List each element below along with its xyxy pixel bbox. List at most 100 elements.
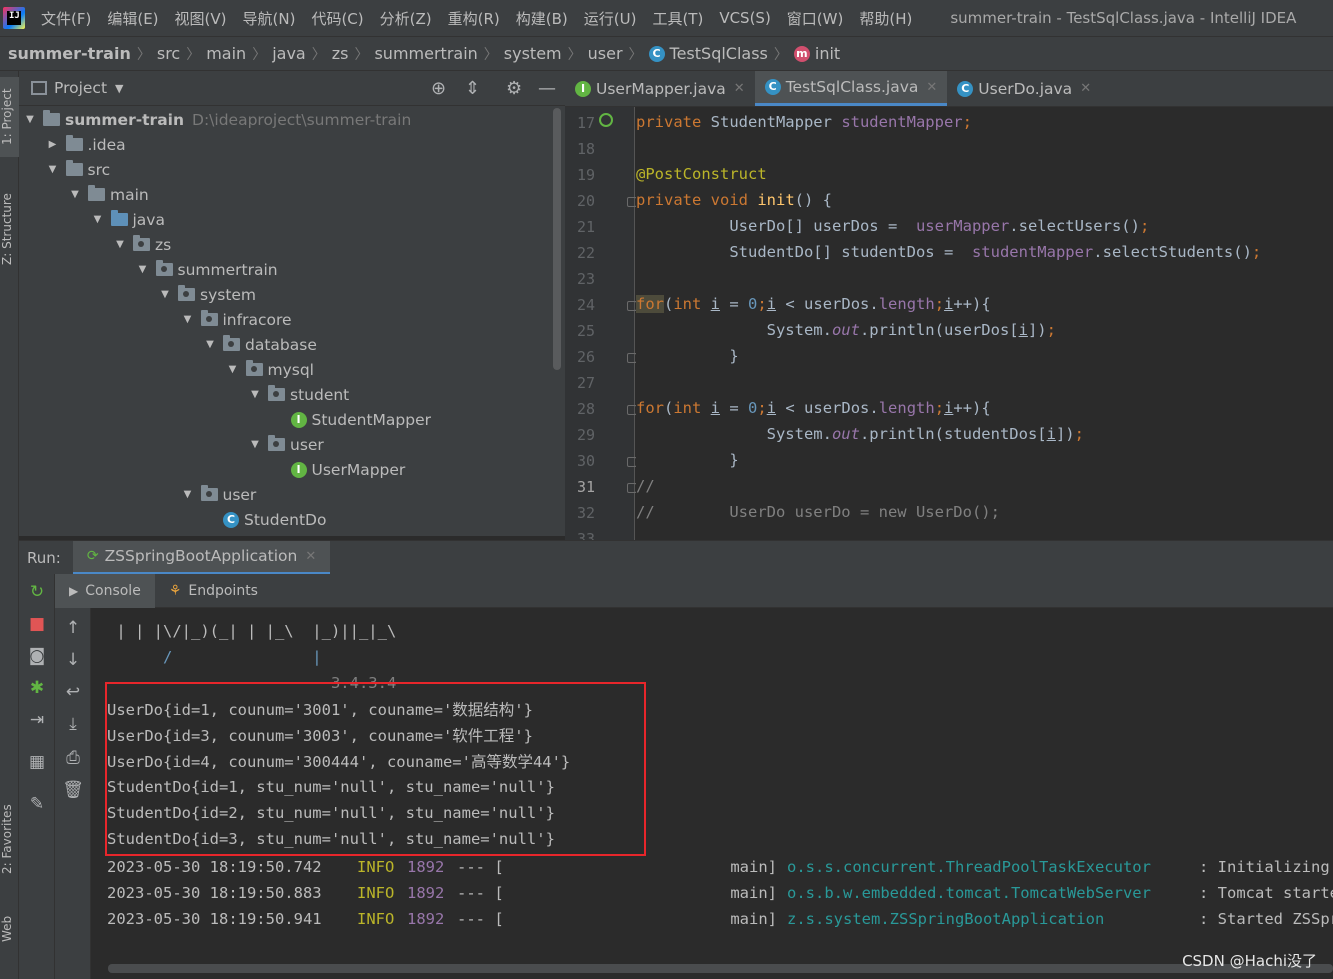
menu-help[interactable]: 帮助(H) [851, 8, 920, 29]
menu-window[interactable]: 窗口(W) [779, 8, 852, 29]
tool-window-structure[interactable]: Z: Structure [0, 183, 19, 275]
console-horizontal-scrollbar[interactable] [108, 964, 1333, 973]
menu-code[interactable]: 代码(C) [303, 8, 371, 29]
pin-icon[interactable]: ✎ [27, 794, 47, 814]
project-view-selector[interactable]: Project [54, 79, 107, 97]
chevron-down-icon[interactable]: ▼ [203, 339, 217, 350]
tree-item[interactable]: ▼ zs [113, 232, 171, 257]
tree-item-label: student [290, 385, 350, 404]
collapse-all-icon[interactable]: ⇕ [465, 78, 480, 99]
breadcrumb-system[interactable]: system [504, 44, 562, 63]
tree-item[interactable]: ▼ src [46, 157, 110, 182]
chevron-down-icon[interactable]: ▼ [68, 189, 82, 200]
chevron-down-icon[interactable]: ▼ [158, 289, 172, 300]
tree-item[interactable]: ▼ user [181, 482, 256, 507]
tree-item[interactable]: I StudentMapper [271, 407, 431, 432]
tree-item[interactable]: ▼ user [248, 432, 324, 457]
log-time: 2023-05-30 18:19:50.941 [107, 910, 322, 928]
exit-icon[interactable]: ⇥ [27, 710, 47, 730]
tab-endpoints[interactable]: ⚘ Endpoints [155, 574, 272, 608]
menu-navigate[interactable]: 导航(N) [235, 8, 304, 29]
spring-bean-icon[interactable] [599, 113, 613, 127]
chevron-down-icon[interactable]: ▼ [248, 439, 262, 450]
chevron-down-icon[interactable]: ▼ [23, 114, 37, 125]
breadcrumb-zs[interactable]: zs [332, 44, 349, 63]
code-editor[interactable]: private StudentMapper studentMapper; @Po… [636, 107, 1333, 540]
locate-icon[interactable]: ⊕ [431, 78, 446, 99]
log-level: INFO [357, 884, 395, 902]
breadcrumb-user[interactable]: user [588, 44, 623, 63]
chevron-down-icon[interactable]: ▼ [181, 489, 195, 500]
tree-root-name: summer-train [65, 110, 185, 129]
camera-icon[interactable]: ◙ [27, 646, 47, 666]
menu-view[interactable]: 视图(V) [167, 8, 235, 29]
arrow-up-icon[interactable]: ↑ [63, 618, 83, 638]
tab-testsqlclass[interactable]: C TestSqlClass.java ✕ [754, 71, 948, 106]
menu-build[interactable]: 构建(B) [508, 8, 576, 29]
tree-root[interactable]: ▼ summer-train D:\ideaproject\summer-tra… [23, 107, 411, 132]
tree-item[interactable]: ▼ student [248, 382, 349, 407]
menu-vcs[interactable]: VCS(S) [711, 9, 778, 27]
run-config-tab[interactable]: ⟳ ZSSpringBootApplication ✕ [72, 540, 331, 575]
soft-wrap-icon[interactable]: ↩ [63, 682, 83, 702]
tab-usermapper[interactable]: I UserMapper.java ✕ [565, 71, 755, 106]
tree-item[interactable]: ▶ .idea [46, 132, 126, 157]
chevron-down-icon[interactable]: ▼ [181, 314, 195, 325]
layout-icon[interactable]: ▦ [27, 752, 47, 772]
tool-window-web[interactable]: Web [0, 909, 19, 949]
menu-edit[interactable]: 编辑(E) [99, 8, 166, 29]
tree-item[interactable]: C StudentDo [203, 507, 326, 532]
gear-icon[interactable]: ⚙ [506, 78, 522, 99]
menu-run[interactable]: 运行(U) [576, 8, 645, 29]
arrow-down-icon[interactable]: ↓ [63, 650, 83, 670]
tool-window-favorites[interactable]: 2: Favorites [0, 793, 19, 885]
breadcrumb-method[interactable]: m init [793, 44, 840, 63]
chevron-down-icon[interactable]: ▼ [115, 82, 123, 95]
breadcrumb-project[interactable]: summer-train [8, 44, 131, 63]
chevron-down-icon[interactable]: ▼ [248, 389, 262, 400]
scroll-to-end-icon[interactable]: ⤓ [63, 714, 83, 734]
rerun-icon[interactable]: ↻ [27, 582, 47, 602]
close-icon[interactable]: ✕ [926, 80, 937, 95]
breadcrumb-java[interactable]: java [272, 44, 306, 63]
chevron-down-icon[interactable]: ▼ [91, 214, 105, 225]
log-logger: z.s.system.ZSSpringBootApplication [787, 910, 1105, 928]
menu-file[interactable]: 文件(F) [33, 8, 99, 29]
breadcrumb-main[interactable]: main [206, 44, 246, 63]
tree-item[interactable]: ▼ system [158, 282, 256, 307]
tree-item[interactable]: ▼ summertrain [136, 257, 278, 282]
tree-item[interactable]: I UserMapper [271, 457, 405, 482]
menu-refactor[interactable]: 重构(R) [440, 8, 508, 29]
menu-tools[interactable]: 工具(T) [644, 8, 711, 29]
menu-analyze[interactable]: 分析(Z) [372, 8, 440, 29]
close-icon[interactable]: ✕ [734, 81, 745, 96]
chevron-down-icon[interactable]: ▼ [46, 164, 60, 175]
log-sep: --- [ [457, 884, 504, 902]
project-scrollbar[interactable] [553, 108, 561, 370]
breadcrumb-class[interactable]: C TestSqlClass [648, 44, 768, 63]
print-icon[interactable]: ⎙ [63, 748, 83, 768]
chevron-down-icon[interactable]: ▼ [113, 239, 127, 250]
tree-item[interactable]: ▼ infracore [181, 307, 292, 332]
tab-label: TestSqlClass.java [785, 78, 919, 96]
tree-item[interactable]: ▼ java [91, 207, 165, 232]
close-icon[interactable]: ✕ [1080, 81, 1091, 96]
tree-item[interactable]: ▼ mysql [226, 357, 314, 382]
tab-console[interactable]: ▶ Console [55, 573, 155, 608]
log-thread: main] [730, 910, 777, 928]
trash-icon[interactable]: 🗑 [62, 780, 84, 800]
stop-icon[interactable]: ■ [27, 614, 47, 634]
tab-userdo[interactable]: C UserDo.java ✕ [947, 71, 1101, 106]
tree-item[interactable]: ▼ main [68, 182, 149, 207]
tool-window-project[interactable]: 1: Project [0, 77, 19, 157]
chevron-down-icon[interactable]: ▼ [226, 364, 240, 375]
log-line: 2023-05-30 18:19:50.742 INFO 1892 --- [main… [107, 854, 1333, 880]
breadcrumb-summertrain[interactable]: summertrain [374, 44, 477, 63]
debug-icon[interactable]: ✱ [27, 678, 47, 698]
tree-item[interactable]: ▼ database [203, 332, 317, 357]
chevron-down-icon[interactable]: ▼ [136, 264, 150, 275]
hide-panel-icon[interactable]: — [538, 78, 556, 99]
close-icon[interactable]: ✕ [305, 549, 316, 564]
breadcrumb-src[interactable]: src [157, 44, 180, 63]
chevron-right-icon[interactable]: ▶ [46, 139, 60, 150]
